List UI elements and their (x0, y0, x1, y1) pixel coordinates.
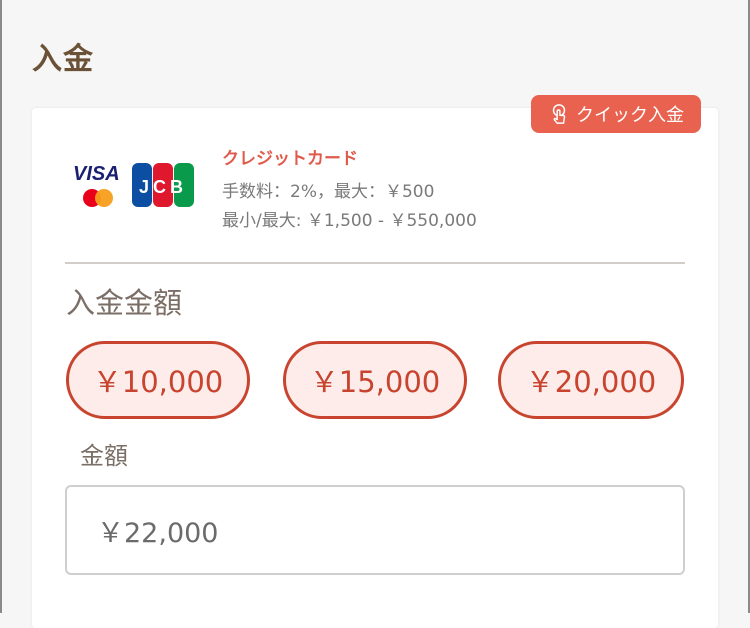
preset-amount-button-1[interactable]: ￥10,000 (66, 341, 250, 419)
payment-method-name: クレジットカード (222, 149, 358, 169)
jcb-logo: JCB (132, 163, 194, 207)
preset-amount-button-3[interactable]: ￥20,000 (498, 341, 684, 419)
amount-field-label: 金額 (80, 442, 128, 470)
amount-section-title: 入金金額 (66, 286, 183, 320)
jcb-logo-text: JCB (139, 177, 187, 197)
quick-deposit-label: クイック入金 (576, 105, 684, 126)
payment-method-fee: 手数料：2%，最大：￥500 (222, 182, 435, 202)
card-logos: VISA JCB (73, 163, 194, 207)
section-divider (65, 262, 685, 264)
preset-amount-button-2[interactable]: ￥15,000 (283, 341, 467, 419)
hand-tap-icon (552, 104, 566, 124)
mastercard-orange-circle (95, 189, 113, 207)
quick-deposit-badge[interactable]: クイック入金 (531, 95, 701, 133)
visa-logo-text: VISA (73, 163, 120, 185)
payment-method-range: 最小/最大: ￥1,500 - ￥550,000 (222, 211, 477, 231)
visa-mastercard-logo: VISA (73, 163, 120, 207)
window-frame-left (0, 0, 2, 613)
page-title: 入金 (32, 42, 94, 77)
amount-input[interactable] (65, 485, 685, 575)
